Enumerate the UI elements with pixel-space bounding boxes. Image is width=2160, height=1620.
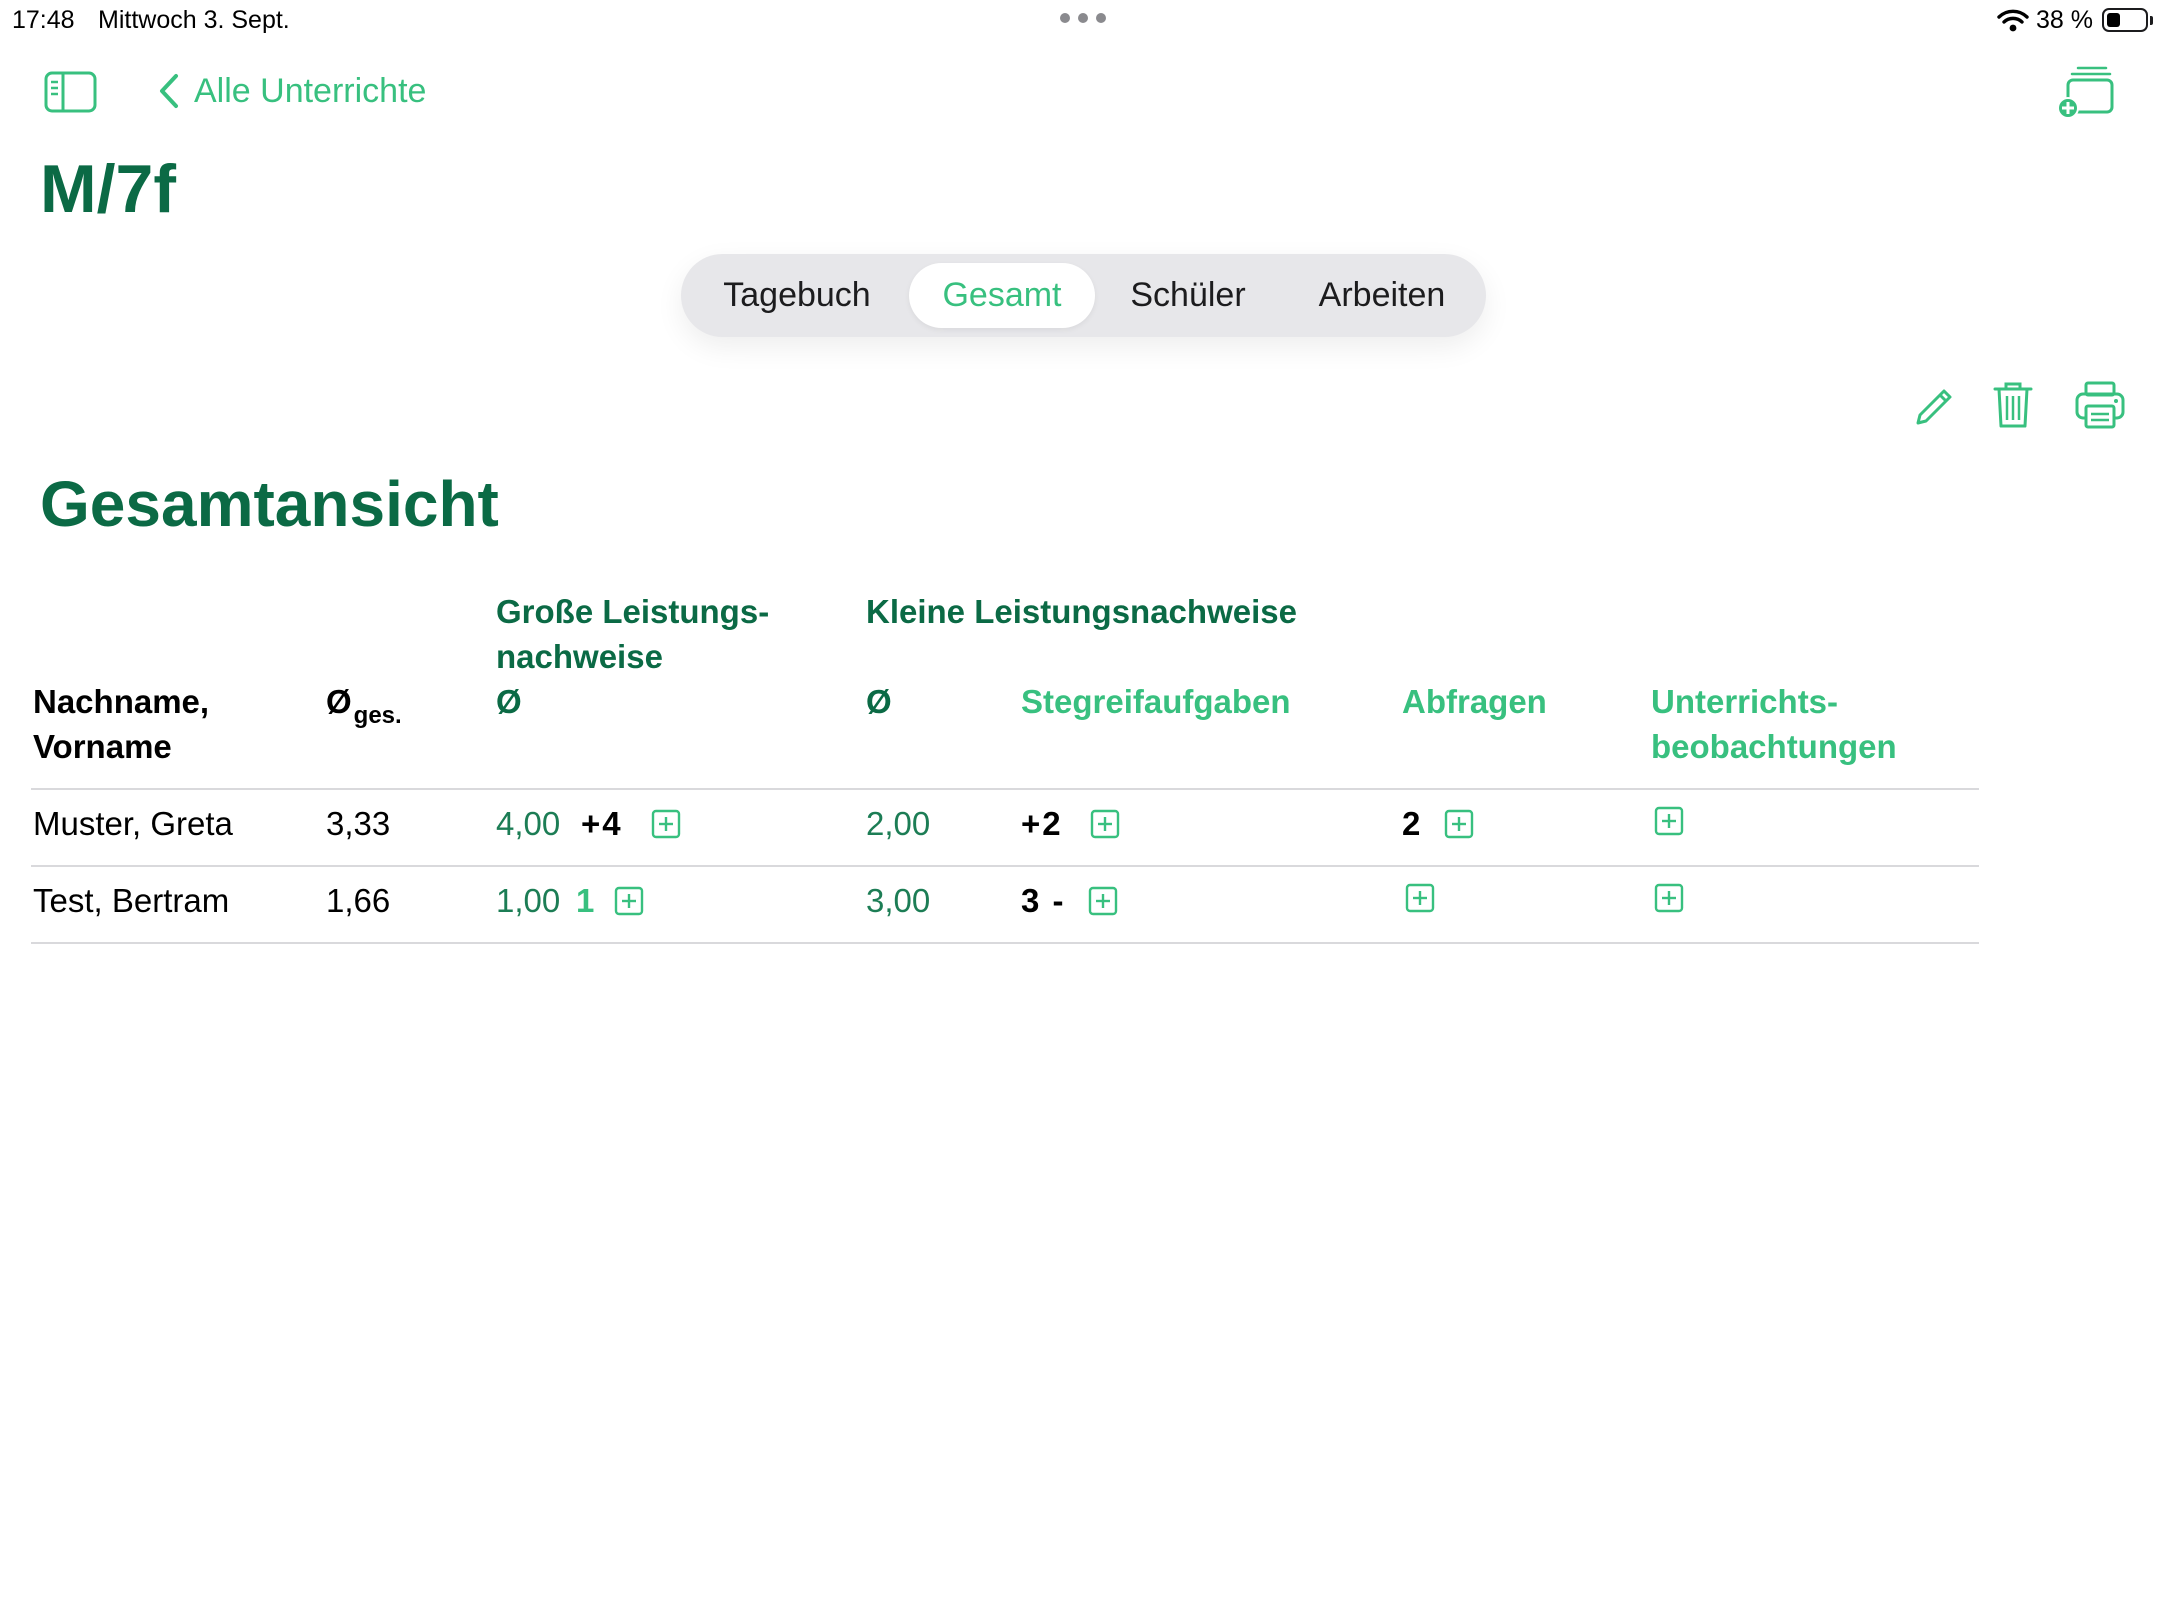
avg-symbol: Ø — [326, 683, 352, 720]
table-divider — [31, 942, 1979, 944]
kleine-avg-value: 3,00 — [866, 882, 931, 919]
trash-icon[interactable] — [1992, 380, 2034, 430]
stegreif-grade[interactable]: 3 - — [1021, 879, 1064, 923]
grosse-grade[interactable]: 1 — [576, 879, 594, 923]
add-grade-icon[interactable] — [651, 809, 681, 839]
status-time: 17:48 — [12, 6, 75, 34]
tab-schueler[interactable]: Schüler — [1121, 254, 1255, 337]
header-stegreifaufgaben[interactable]: Stegreifaufgaben — [1021, 679, 1291, 724]
wifi-icon — [1997, 9, 2029, 32]
add-grade-icon[interactable] — [1444, 809, 1474, 839]
add-grade-icon[interactable] — [1654, 883, 1684, 913]
add-grade-icon[interactable] — [614, 886, 644, 916]
battery-percent: 38 % — [2036, 6, 2093, 34]
avg-total-value: 3,33 — [326, 805, 391, 842]
grosse-avg-value: 4,00 — [496, 805, 561, 842]
avg-subscript: ges. — [353, 702, 402, 729]
tab-gesamt[interactable]: Gesamt — [909, 263, 1095, 328]
battery-nub — [2150, 16, 2153, 25]
tab-bar: Tagebuch Gesamt Schüler Arbeiten — [681, 254, 1486, 337]
pencil-icon[interactable] — [1912, 385, 1956, 429]
grosse-avg-value: 1,00 — [496, 882, 561, 919]
add-grade-icon[interactable] — [1405, 883, 1435, 913]
header-kleine-avg: Ø — [866, 683, 892, 720]
header-abfragen[interactable]: Abfragen — [1402, 679, 1547, 724]
avg-total-value: 1,66 — [326, 882, 391, 919]
header-grosse-leistungsnachweise: Große Leistungs- nachweise — [496, 593, 770, 675]
sidebar-toggle-icon[interactable] — [44, 71, 97, 113]
printer-icon[interactable] — [2074, 380, 2126, 430]
back-button[interactable]: Alle Unterrichte — [158, 66, 426, 116]
add-window-icon[interactable] — [2058, 64, 2114, 120]
header-avg-total: Øges. — [326, 679, 402, 738]
grosse-grade[interactable]: +4 — [581, 802, 623, 846]
multitasking-dots-icon[interactable] — [1060, 13, 1106, 23]
header-name: Nachname, Vorname — [33, 683, 210, 765]
table-divider — [31, 865, 1979, 867]
status-date: Mittwoch 3. Sept. — [98, 6, 290, 34]
page-title: M/7f — [40, 151, 176, 227]
battery-icon — [2102, 8, 2148, 32]
add-grade-icon[interactable] — [1090, 809, 1120, 839]
abfragen-grade[interactable]: 2 — [1402, 802, 1420, 846]
student-name[interactable]: Test, Bertram — [33, 879, 229, 923]
add-grade-icon[interactable] — [1654, 806, 1684, 836]
header-kleine-leistungsnachweise: Kleine Leistungsnachweise — [866, 593, 1297, 630]
table-divider — [31, 788, 1979, 790]
chevron-left-icon — [160, 74, 178, 108]
status-bar: 17:48 Mittwoch 3. Sept. 38 % — [0, 0, 2160, 40]
header-grosse-avg: Ø — [496, 683, 522, 720]
section-title: Gesamtansicht — [40, 468, 499, 540]
tab-arbeiten[interactable]: Arbeiten — [1309, 254, 1455, 337]
student-name[interactable]: Muster, Greta — [33, 802, 233, 846]
stegreif-grade[interactable]: +2 — [1021, 802, 1063, 846]
tab-tagebuch[interactable]: Tagebuch — [709, 254, 885, 337]
back-label: Alle Unterrichte — [194, 71, 427, 110]
header-unterrichtsbeobachtungen[interactable]: Unterrichts- beobachtungen — [1651, 679, 1897, 769]
add-grade-icon[interactable] — [1088, 886, 1118, 916]
kleine-avg-value: 2,00 — [866, 805, 931, 842]
